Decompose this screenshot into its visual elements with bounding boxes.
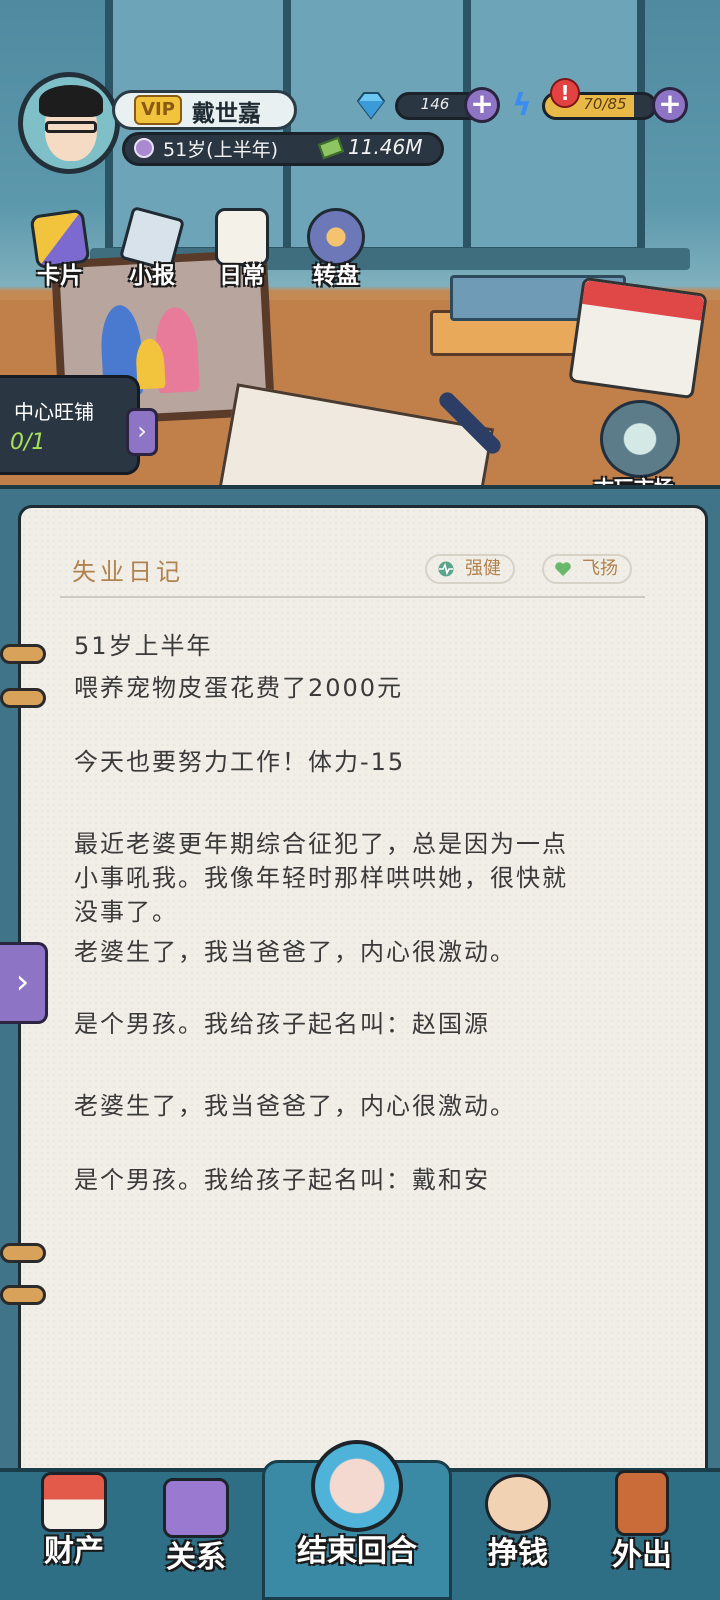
add-energy-button[interactable]: + bbox=[652, 87, 688, 123]
diary-line: 是个男孩。我给孩子起名叫：赵国源 bbox=[74, 1010, 490, 1038]
go-out-label: 外出 bbox=[612, 1538, 672, 1573]
house-icon bbox=[41, 1472, 107, 1532]
diamond-icon bbox=[356, 92, 386, 120]
player-name: 戴世嘉 bbox=[192, 100, 261, 127]
shop-widget[interactable] bbox=[0, 375, 140, 475]
diary-line: 没事了。 bbox=[74, 898, 178, 926]
cards-label: 卡片 bbox=[37, 262, 83, 289]
assets-label: 财产 bbox=[44, 1534, 104, 1569]
diary-title: 失业日记 bbox=[72, 558, 184, 586]
wheel-label: 转盘 bbox=[313, 262, 359, 289]
cards-button[interactable]: 卡片 bbox=[20, 208, 100, 296]
clock-icon bbox=[134, 138, 154, 158]
title-divider bbox=[60, 596, 645, 598]
diary-line: 老婆生了，我当爸爸了，内心很激动。 bbox=[74, 1092, 516, 1120]
newspaper-label: 小报 bbox=[129, 262, 175, 289]
assets-button[interactable]: 财产 bbox=[18, 1470, 130, 1600]
health-tag-label: 强健 bbox=[465, 558, 501, 579]
heartbeat-icon bbox=[438, 561, 454, 577]
diary-line: 老婆生了，我当爸爸了，内心很激动。 bbox=[74, 938, 516, 966]
health-tag[interactable]: 强健 bbox=[425, 554, 515, 584]
antique-vase-icon[interactable] bbox=[600, 400, 680, 478]
end-turn-button[interactable]: 结束回合 bbox=[262, 1440, 452, 1600]
earn-money-button[interactable]: 挣钱 bbox=[462, 1470, 574, 1600]
spiral-ring bbox=[0, 688, 46, 708]
heart-icon bbox=[555, 562, 571, 576]
newspaper-button[interactable]: 小报 bbox=[112, 205, 192, 296]
contacts-book-icon bbox=[163, 1478, 229, 1538]
add-diamonds-button[interactable]: + bbox=[464, 87, 500, 123]
lightning-icon: ϟ bbox=[512, 88, 532, 123]
mood-tag[interactable]: 飞扬 bbox=[542, 554, 632, 584]
spiral-ring bbox=[0, 644, 46, 664]
alarm-clock-icon bbox=[311, 1440, 403, 1532]
door-icon bbox=[615, 1470, 669, 1536]
shop-progress: 0/1 bbox=[10, 430, 46, 455]
money-amount: 11.46M bbox=[348, 135, 423, 159]
diary-line: 今天也要努力工作！体力-15 bbox=[74, 748, 406, 776]
vip-badge[interactable]: VIP bbox=[134, 95, 182, 125]
go-out-button[interactable]: 外出 bbox=[586, 1470, 698, 1600]
energy-count: 70/85 bbox=[583, 95, 627, 113]
relations-label: 关系 bbox=[166, 1540, 226, 1575]
shop-title: 中心旺铺 bbox=[14, 400, 94, 424]
diary-line: 小事吼我。我像年轻时那样哄哄她，很快就 bbox=[74, 864, 568, 892]
spiral-ring bbox=[0, 1285, 46, 1305]
calendar-icon[interactable] bbox=[568, 276, 708, 400]
diary-line: 最近老婆更年期综合征犯了，总是因为一点 bbox=[74, 830, 568, 858]
daily-label: 日常 bbox=[219, 262, 265, 289]
end-turn-label: 结束回合 bbox=[297, 1534, 417, 1569]
daily-button[interactable]: 日常 bbox=[202, 208, 282, 292]
side-panel-toggle[interactable]: › bbox=[0, 942, 48, 1024]
age-label: 51岁(上半年) bbox=[163, 139, 279, 161]
diary-line: 51岁上半年 bbox=[74, 632, 213, 660]
earn-money-label: 挣钱 bbox=[488, 1536, 548, 1571]
diamond-count: 146 bbox=[420, 95, 450, 113]
fist-money-icon bbox=[485, 1474, 551, 1534]
diary-line: 喂养宠物皮蛋花费了2000元 bbox=[74, 674, 404, 702]
alert-icon[interactable]: ! bbox=[550, 78, 580, 108]
diary-line: 是个男孩。我给孩子起名叫：戴和安 bbox=[74, 1166, 490, 1194]
mood-tag-label: 飞扬 bbox=[582, 558, 618, 579]
avatar[interactable] bbox=[18, 72, 120, 174]
shop-expand-button[interactable]: › bbox=[126, 408, 158, 456]
spiral-ring bbox=[0, 1243, 46, 1263]
relations-button[interactable]: 关系 bbox=[140, 1470, 252, 1600]
wheel-button[interactable]: 转盘 bbox=[296, 208, 376, 292]
